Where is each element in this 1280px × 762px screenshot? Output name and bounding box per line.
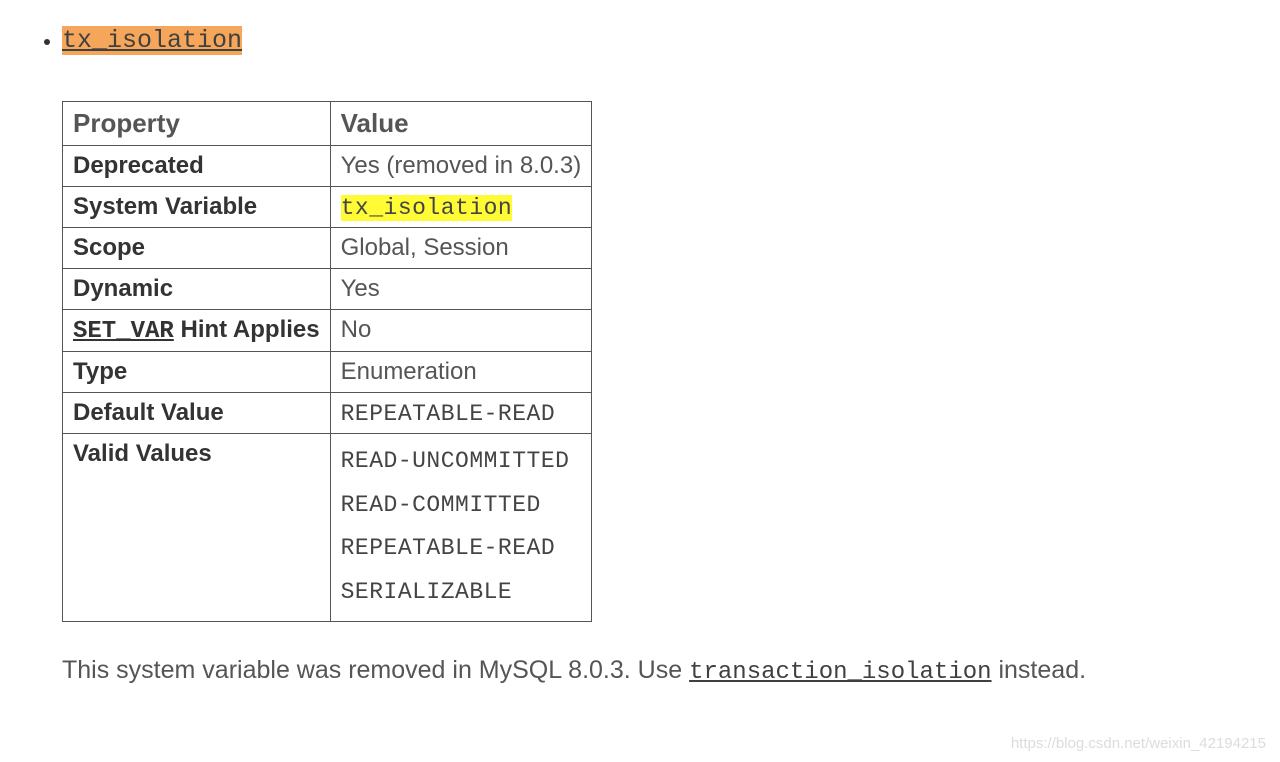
row-system-variable: System Variable tx_isolation — [63, 187, 592, 228]
system-variable-code: tx_isolation — [341, 195, 513, 221]
value-valid-values: READ-UNCOMMITTED READ-COMMITTED REPEATAB… — [330, 434, 592, 622]
watermark-text: https://blog.csdn.net/weixin_42194215 — [1011, 735, 1266, 752]
properties-table: Property Value Deprecated Yes (removed i… — [62, 101, 592, 622]
row-set-var: SET_VAR Hint Applies No — [63, 310, 592, 352]
transaction-isolation-link[interactable]: transaction_isolation — [689, 659, 991, 686]
valid-value-item: READ-UNCOMMITTED — [341, 440, 582, 484]
label-scope: Scope — [63, 228, 331, 269]
label-deprecated: Deprecated — [63, 146, 331, 187]
value-type: Enumeration — [330, 352, 592, 393]
row-valid-values: Valid Values READ-UNCOMMITTED READ-COMMI… — [63, 434, 592, 622]
label-set-var: SET_VAR Hint Applies — [63, 310, 331, 352]
note-pre: This system variable was removed in MySQ… — [62, 656, 689, 684]
value-scope: Global, Session — [330, 228, 592, 269]
value-system-variable: tx_isolation — [330, 187, 592, 228]
variable-title-link[interactable]: tx_isolation — [62, 26, 242, 55]
value-default-value: REPEATABLE-READ — [330, 393, 592, 434]
value-dynamic: Yes — [330, 269, 592, 310]
row-deprecated: Deprecated Yes (removed in 8.0.3) — [63, 146, 592, 187]
row-dynamic: Dynamic Yes — [63, 269, 592, 310]
row-type: Type Enumeration — [63, 352, 592, 393]
note-post: instead. — [992, 656, 1087, 684]
deprecation-note: This system variable was removed in MySQ… — [62, 656, 1260, 686]
row-scope: Scope Global, Session — [63, 228, 592, 269]
label-dynamic: Dynamic — [63, 269, 331, 310]
label-valid-values: Valid Values — [63, 434, 331, 622]
label-type: Type — [63, 352, 331, 393]
valid-value-item: REPEATABLE-READ — [341, 527, 582, 571]
valid-value-item: SERIALIZABLE — [341, 571, 582, 615]
set-var-label-suffix: Hint Applies — [174, 316, 320, 343]
value-set-var: No — [330, 310, 592, 352]
label-system-variable: System Variable — [63, 187, 331, 228]
header-value: Value — [330, 102, 592, 146]
header-property: Property — [63, 102, 331, 146]
row-default-value: Default Value REPEATABLE-READ — [63, 393, 592, 434]
set-var-link[interactable]: SET_VAR — [73, 318, 174, 345]
valid-value-item: READ-COMMITTED — [341, 484, 582, 528]
value-deprecated: Yes (removed in 8.0.3) — [330, 146, 592, 187]
default-value-code: REPEATABLE-READ — [341, 401, 556, 427]
label-default-value: Default Value — [63, 393, 331, 434]
